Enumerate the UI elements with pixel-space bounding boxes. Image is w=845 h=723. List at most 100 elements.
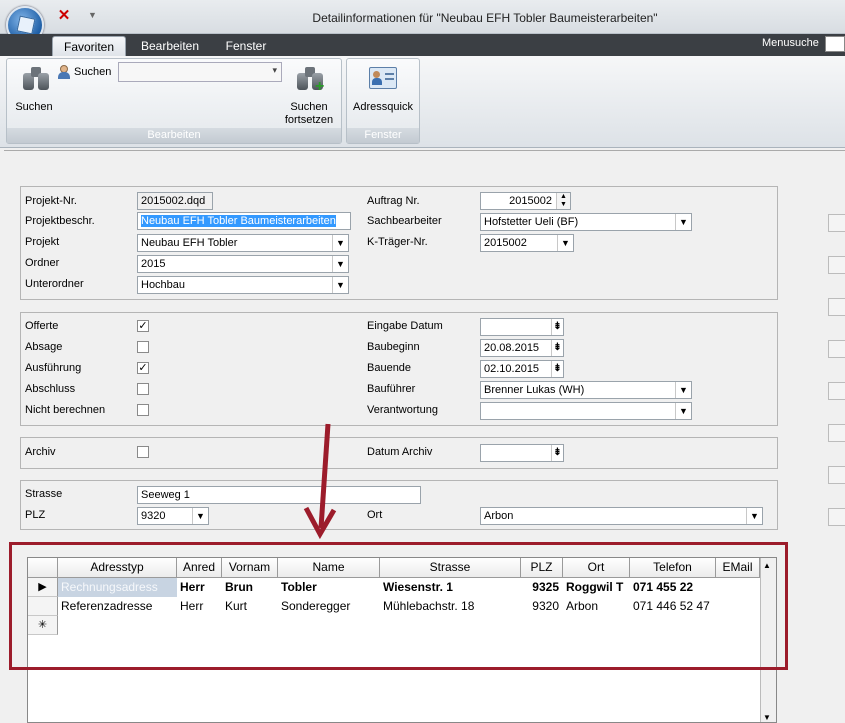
baubeginn-label: Baubeginn (367, 341, 420, 353)
verantwortung-label: Verantwortung (367, 404, 438, 416)
baufuehrer-combo[interactable]: Brenner Lukas (WH) ▼ (480, 381, 692, 399)
datum-archiv-label: Datum Archiv (367, 446, 433, 458)
bauende-value: 02.10.2015 (484, 363, 540, 375)
auftrag-nr-field[interactable]: 2015002 ▲ ▼ (480, 192, 571, 210)
chevron-down-icon[interactable]: ▼ (332, 277, 348, 293)
strasse-field[interactable]: Seeweg 1 (137, 486, 421, 504)
projekt-label: Projekt (25, 236, 60, 248)
bauende-label: Bauende (367, 362, 412, 374)
nicht-berechnen-checkbox[interactable] (137, 404, 149, 416)
chevron-down-icon[interactable]: ▼ (557, 235, 573, 251)
title-bar: ✕ ▼ Detailinformationen für "Neubau EFH … (0, 0, 845, 44)
tab-favoriten[interactable]: Favoriten (52, 36, 126, 56)
box-icon (16, 15, 36, 35)
auftrag-nr-value: 2015002 (509, 195, 552, 207)
abschluss-checkbox[interactable] (137, 383, 149, 395)
baufuehrer-value: Brenner Lukas (WH) (484, 384, 585, 396)
nicht-berechnen-label: Nicht berechnen (25, 404, 106, 416)
ribbon: Suchen Suchen + Suchen fortsetzen Bearbe… (0, 56, 845, 148)
calendar-dropdown-icon[interactable]: ⇟ (551, 361, 563, 377)
offerte-label: Offerte (25, 320, 59, 332)
calendar-dropdown-icon[interactable]: ⇟ (551, 319, 563, 335)
projekt-combo[interactable]: Neubau EFH Tobler ▼ (137, 234, 349, 252)
chevron-down-icon[interactable]: ▼ (746, 508, 762, 524)
ktraeger-combo[interactable]: 2015002 ▼ (480, 234, 574, 252)
binoculars-icon (23, 67, 49, 91)
menusuche-input[interactable] (825, 36, 845, 52)
close-icon[interactable]: ✕ (55, 8, 73, 24)
chevron-down-icon[interactable]: ▼ (675, 214, 691, 230)
address-card-icon (369, 67, 397, 89)
ordner-combo[interactable]: 2015 ▼ (137, 255, 349, 273)
archiv-label: Archiv (25, 446, 56, 458)
offerte-checkbox[interactable]: ✓ (137, 320, 149, 332)
baubeginn-value: 20.08.2015 (484, 342, 540, 354)
side-button[interactable] (828, 382, 845, 400)
unterordner-value: Hochbau (141, 279, 186, 291)
plus-icon: + (315, 78, 325, 95)
ktraeger-value: 2015002 (484, 237, 527, 249)
side-button[interactable] (828, 298, 845, 316)
side-button[interactable] (828, 214, 845, 232)
plz-value: 9320 (141, 510, 166, 522)
projektbeschr-value: Neubau EFH Tobler Baumeisterarbeiten (141, 215, 336, 227)
absage-label: Absage (25, 341, 63, 353)
ribbon-group-label: Fenster (347, 128, 419, 143)
spinner-icon[interactable]: ▲ ▼ (556, 193, 570, 209)
ribbon-tab-bar: Favoriten Bearbeiten Fenster (0, 34, 845, 56)
ribbon-group-label: Bearbeiten (7, 128, 341, 143)
baubeginn-field[interactable]: 20.08.2015 ⇟ (480, 339, 564, 357)
adressquick-label: Adressquick (353, 101, 413, 113)
ordner-value: 2015 (141, 258, 166, 270)
adressquick-button[interactable]: Adressquick (349, 63, 417, 119)
strasse-label: Strasse (25, 488, 63, 500)
side-button[interactable] (828, 424, 845, 442)
tab-bearbeiten[interactable]: Bearbeiten (135, 36, 205, 56)
projekt-value: Neubau EFH Tobler (141, 237, 238, 249)
chevron-down-icon[interactable]: ▼ (675, 382, 691, 398)
calendar-dropdown-icon[interactable]: ⇟ (551, 445, 563, 461)
plz-combo[interactable]: 9320 ▼ (137, 507, 209, 525)
search-combo-label: Suchen (74, 66, 112, 78)
ausfuehrung-label: Ausführung (25, 362, 82, 374)
side-button[interactable] (828, 340, 845, 358)
projektbeschr-field[interactable]: Neubau EFH Tobler Baumeisterarbeiten (137, 212, 351, 230)
eingabe-datum-field[interactable]: ⇟ (480, 318, 564, 336)
ordner-label: Ordner (25, 257, 60, 269)
chevron-down-icon[interactable]: ▼ (332, 235, 348, 251)
baufuehrer-label: Bauführer (367, 383, 416, 395)
datum-archiv-field[interactable]: ⇟ (480, 444, 564, 462)
sachbearbeiter-combo[interactable]: Hofstetter Ueli (BF) ▼ (480, 213, 692, 231)
search-next-label-2: fortsetzen (284, 114, 334, 126)
absage-checkbox[interactable] (137, 341, 149, 353)
plz-label: PLZ (25, 509, 46, 521)
calendar-dropdown-icon[interactable]: ⇟ (551, 340, 563, 356)
unterordner-combo[interactable]: Hochbau ▼ (137, 276, 349, 294)
ribbon-group-bearbeiten: Suchen Suchen + Suchen fortsetzen Bearbe… (6, 58, 342, 144)
ort-value: Arbon (484, 510, 514, 522)
chevron-down-icon[interactable]: ▼ (675, 403, 691, 419)
scroll-down-icon[interactable]: ▼ (763, 713, 771, 722)
tab-fenster[interactable]: Fenster (220, 36, 272, 56)
search-next-button[interactable]: + Suchen fortsetzen (279, 63, 339, 129)
ort-combo[interactable]: Arbon ▼ (480, 507, 763, 525)
search-combo[interactable] (118, 62, 282, 82)
verantwortung-combo[interactable]: ▼ (480, 402, 692, 420)
bauende-field[interactable]: 02.10.2015 ⇟ (480, 360, 564, 378)
side-button[interactable] (828, 508, 845, 526)
projektbeschr-label: Projektbeschr. (25, 215, 95, 227)
ribbon-group-fenster: Adressquick Fenster (346, 58, 420, 144)
search-button[interactable]: Suchen (11, 63, 61, 119)
annotation-arrow (303, 423, 337, 540)
archiv-checkbox[interactable] (137, 446, 149, 458)
search-button-label: Suchen (15, 101, 53, 113)
eingabe-datum-label: Eingabe Datum (367, 320, 443, 332)
ausfuehrung-checkbox[interactable]: ✓ (137, 362, 149, 374)
side-button[interactable] (828, 256, 845, 274)
chevron-down-icon[interactable]: ▼ (192, 508, 208, 524)
chevron-down-icon[interactable]: ▼ (332, 256, 348, 272)
ktraeger-label: K-Träger-Nr. (367, 236, 428, 248)
side-button[interactable] (828, 466, 845, 484)
quick-access-dropdown-icon[interactable]: ▼ (88, 10, 97, 20)
projekt-nr-field[interactable]: 2015002.dqd (137, 192, 213, 210)
